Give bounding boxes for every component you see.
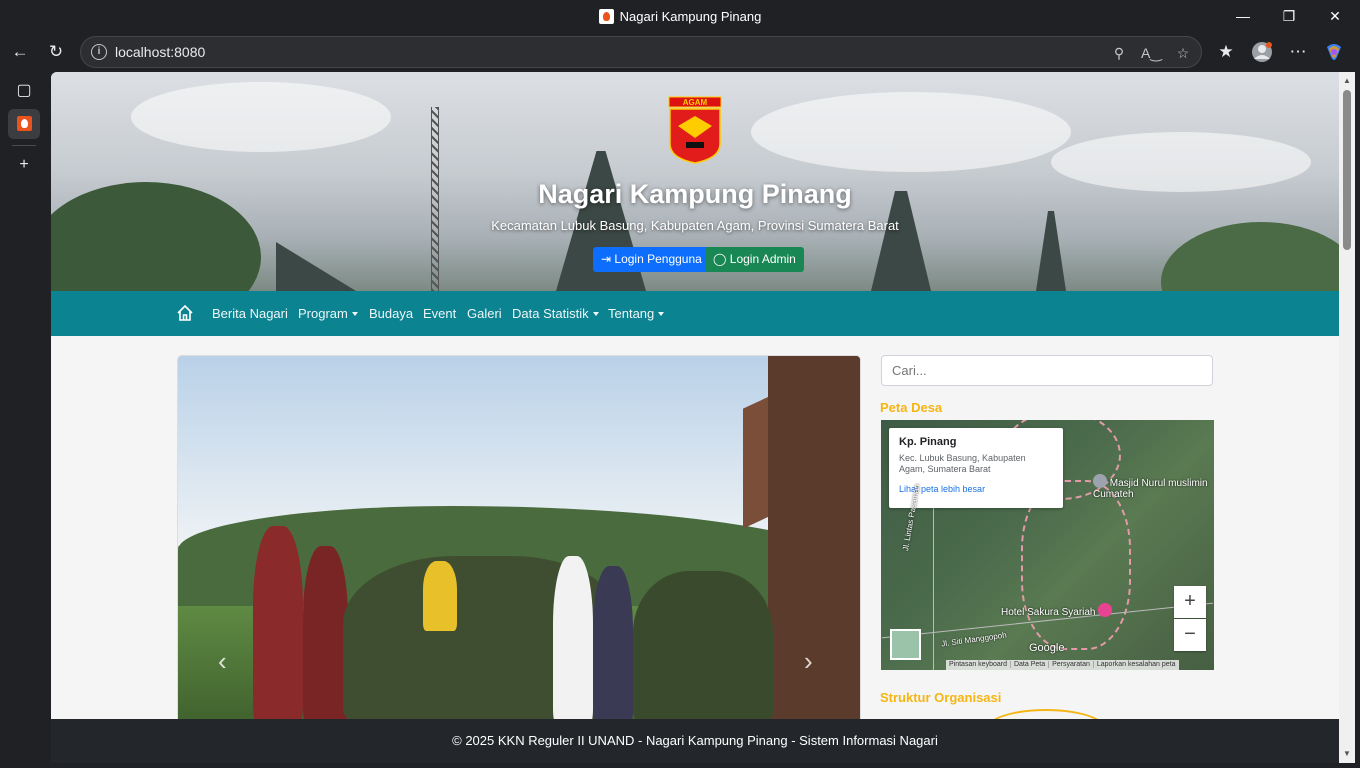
map-data-link[interactable]: Data Peta [1009,661,1049,668]
carousel-photo-person [303,546,348,726]
site-title: Nagari Kampung Pinang [538,179,852,209]
map-poi-hotel-label: Hotel Sakura Syariah [1001,607,1096,618]
nav-item-tentang-label: Tentang [608,306,655,321]
mosque-icon [1093,474,1107,488]
profile-avatar-icon[interactable] [1250,41,1274,63]
map-heading: Peta Desa [880,400,943,415]
read-aloud-icon[interactable]: A‿ [1141,43,1162,63]
login-admin-button[interactable]: ◯ Login Admin [705,247,804,272]
restore-icon[interactable]: ❐ [1278,6,1300,26]
carousel-photo-group [633,571,773,726]
main-navbar: Berita Nagari Program Budaya Event Galer… [51,291,1339,336]
google-logo: Google [1029,642,1065,654]
org-heading: Struktur Organisasi [880,690,1002,705]
carousel-photo-person [553,556,593,726]
tab-actions-icon[interactable]: ▢ [8,76,40,106]
map-road-label: Jl. Siti Manggopoh [940,630,1008,649]
site-favicon-icon [598,9,614,24]
home-icon[interactable] [176,304,194,322]
scroll-down-icon[interactable]: ▼ [1339,747,1355,761]
scroll-up-icon[interactable]: ▲ [1339,74,1355,88]
scrollbar-thumb[interactable] [1343,90,1351,250]
window-title-text: Nagari Kampung Pinang [619,9,762,24]
favorite-star-icon[interactable]: ☆ [1173,43,1193,63]
reload-icon[interactable]: ↻ [44,41,68,63]
nav-item-budaya[interactable]: Budaya [369,306,413,321]
login-user-label: Login Pengguna [614,252,702,266]
map-report-link[interactable]: Laporkan kesalahan peta [1092,661,1179,668]
map-poi-mosque[interactable]: Masjid Nurul muslimin Cumateh [1093,474,1213,500]
window-title: Nagari Kampung Pinang [0,9,1360,24]
close-window-icon[interactable]: ✕ [1324,6,1346,26]
map-place-name: Kp. Pinang [899,436,957,448]
nav-item-tentang[interactable]: Tentang [608,306,665,321]
browser-toolbar: ← ↻ i localhost:8080 ⚲ A‿ ☆ ★ ⋯ [0,33,1360,72]
photo-carousel[interactable]: ‹ › [177,355,861,735]
nav-item-program[interactable]: Program [298,306,358,321]
hero-cloud [131,82,391,152]
svg-text:AGAM: AGAM [683,98,708,107]
hero-cloud [751,92,1071,172]
map-keyboard-link[interactable]: Pintasan keyboard [946,661,1010,668]
site-subtitle: Kecamatan Lubuk Basung, Kabupaten Agam, … [491,218,899,233]
nav-item-event[interactable]: Event [423,306,456,321]
village-map[interactable]: Kp. Pinang Kec. Lubuk Basung, Kabupaten … [881,420,1214,670]
back-icon[interactable]: ← [8,41,32,63]
map-zoom-in-button[interactable]: + [1174,586,1206,618]
carousel-prev-icon[interactable]: ‹ [218,646,227,677]
nav-item-data-statistik[interactable]: Data Statistik [512,306,599,321]
shield-icon: ◯ [713,252,727,266]
window-titlebar: Nagari Kampung Pinang — ❐ ✕ [0,0,1360,33]
map-attribution: Pintasan keyboard Data Peta Persyaratan Lap… [946,660,1179,670]
caret-down-icon [351,312,358,316]
caret-down-icon [592,312,599,316]
tab-current[interactable] [8,109,40,139]
nav-item-berita[interactable]: Berita Nagari [212,306,288,321]
address-bar[interactable]: i localhost:8080 ⚲ A‿ ☆ [80,36,1202,68]
more-menu-icon[interactable]: ⋯ [1286,41,1310,63]
login-icon: ⇥ [601,252,612,266]
nav-item-galeri[interactable]: Galeri [467,306,502,321]
site-info-icon[interactable]: i [91,44,107,60]
vertical-tab-strip: ▢ + [0,72,48,768]
nav-item-program-label: Program [298,306,348,321]
new-tab-icon[interactable]: + [8,150,40,180]
map-poi-hotel[interactable]: Hotel Sakura Syariah [1001,603,1113,618]
carousel-next-icon[interactable]: › [804,646,813,677]
carousel-photo-person [423,561,457,631]
hotel-icon [1098,603,1113,617]
carousel-photo-hut [768,356,860,734]
zoom-out-icon[interactable]: ⚲ [1109,43,1129,63]
map-terms-link[interactable]: Persyaratan [1048,661,1093,668]
hero-banner: AGAM Nagari Kampung Pinang Kecamatan Lub… [51,72,1339,291]
caret-down-icon [658,312,665,316]
carousel-photo-person [253,526,303,726]
site-favicon-icon [16,116,32,131]
larger-map-link[interactable]: Lihat peta lebih besar [899,484,1053,494]
map-zoom-out-button[interactable]: − [1174,619,1206,651]
map-layer-toggle[interactable] [890,629,921,660]
tab-divider [12,145,36,146]
page-viewport: AGAM Nagari Kampung Pinang Kecamatan Lub… [51,72,1339,763]
page-scrollbar[interactable]: ▲ ▼ [1339,72,1355,763]
copilot-icon[interactable] [1322,41,1346,63]
map-road-line [933,480,934,670]
map-poi-mosque-label: Masjid Nurul muslimin Cumateh [1093,478,1208,500]
page-footer: © 2025 KKN Reguler II UNAND - Nagari Kam… [51,719,1339,763]
carousel-photo-person [593,566,633,726]
map-place-address: Kec. Lubuk Basung, Kabupaten Agam, Sumat… [899,453,1026,474]
login-user-button[interactable]: ⇥ Login Pengguna [593,247,710,272]
agam-emblem-logo: AGAM [668,96,722,164]
login-admin-label: Login Admin [729,252,796,266]
minimize-icon[interactable]: — [1232,6,1254,26]
favorites-icon[interactable]: ★ [1214,41,1238,63]
nav-item-data-statistik-label: Data Statistik [512,306,589,321]
address-url[interactable]: localhost:8080 [115,44,205,60]
search-input[interactable] [881,355,1213,386]
